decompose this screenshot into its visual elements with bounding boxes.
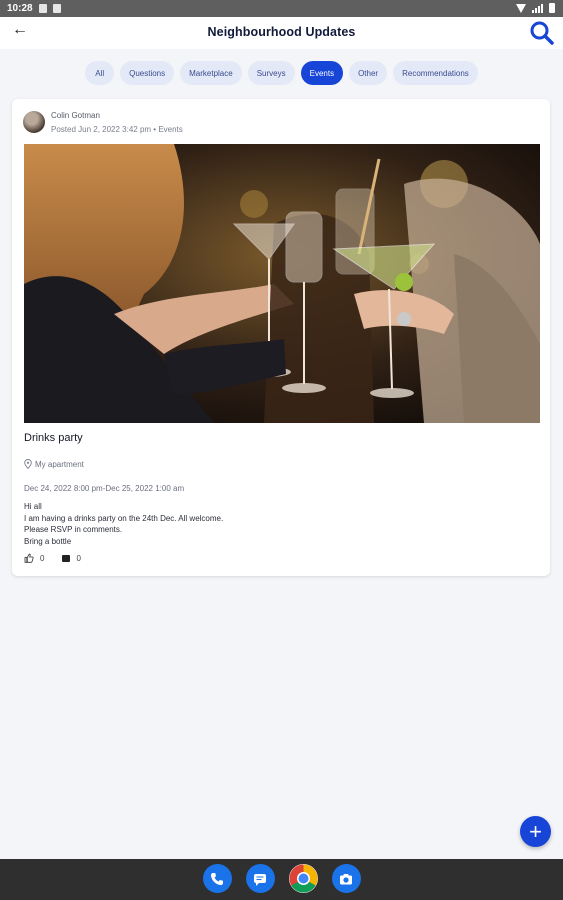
event-dates: Dec 24, 2022 8:00 pm-Dec 25, 2022 1:00 a…	[24, 484, 185, 493]
reactions-bar: 0 0	[24, 553, 81, 563]
status-bar: 10:28	[0, 0, 563, 17]
post-body-line: Bring a bottle	[24, 536, 72, 546]
filter-chip-events[interactable]: Events	[300, 61, 344, 85]
add-post-button[interactable]: +	[520, 816, 551, 847]
post-image[interactable]	[24, 144, 540, 423]
status-time: 10:28	[7, 3, 33, 14]
post-title: Drinks party	[24, 432, 83, 444]
post-body-line: Hi all	[24, 502, 42, 511]
app-bar: ← Neighbourhood Updates	[0, 17, 563, 49]
chrome-app-icon[interactable]	[288, 864, 318, 893]
like-count: 0	[40, 553, 45, 563]
page-title: Neighbourhood Updates	[207, 25, 356, 39]
post-meta: Posted Jun 2, 2022 3:42 pm • Events	[51, 125, 183, 134]
filter-chip-questions[interactable]: Questions	[120, 61, 175, 85]
post-body: Hi all I am having a drinks party on the…	[24, 501, 223, 547]
shield-icon	[38, 4, 47, 13]
sd-card-icon	[52, 4, 61, 13]
post-body-line: Please RSVP in comments.	[24, 525, 123, 534]
signal-icon	[532, 3, 543, 13]
camera-app-icon[interactable]	[331, 864, 361, 893]
filter-chip-surveys[interactable]: Surveys	[247, 61, 295, 85]
plus-icon: +	[529, 818, 542, 844]
comment-icon[interactable]	[62, 554, 71, 562]
avatar[interactable]	[23, 111, 45, 133]
post-author[interactable]: Colin Gotman	[51, 111, 100, 120]
search-icon[interactable]	[529, 20, 555, 46]
battery-icon	[549, 3, 555, 13]
thumbs-up-icon[interactable]	[24, 553, 34, 563]
filter-chip-marketplace[interactable]: Marketplace	[180, 61, 242, 85]
wifi-icon	[516, 3, 526, 13]
comment-count: 0	[76, 553, 81, 563]
filter-chip-other[interactable]: Other	[349, 61, 388, 85]
filter-chip-all[interactable]: All	[85, 61, 115, 85]
post-body-line: I am having a drinks party on the 24th D…	[24, 513, 224, 523]
location-pin-icon	[24, 459, 32, 469]
location-text: My apartment	[35, 459, 84, 469]
category-filter-bar: All Questions Marketplace Surveys Events…	[0, 61, 563, 85]
filter-chip-recommendations[interactable]: Recommendations	[393, 61, 478, 85]
event-photo-illustration	[24, 144, 540, 423]
dock-apps	[0, 864, 563, 893]
post-card[interactable]: Colin Gotman Posted Jun 2, 2022 3:42 pm …	[12, 99, 550, 576]
post-location: My apartment	[24, 459, 84, 469]
messages-app-icon[interactable]	[245, 864, 275, 893]
phone-app-icon[interactable]	[202, 864, 232, 893]
